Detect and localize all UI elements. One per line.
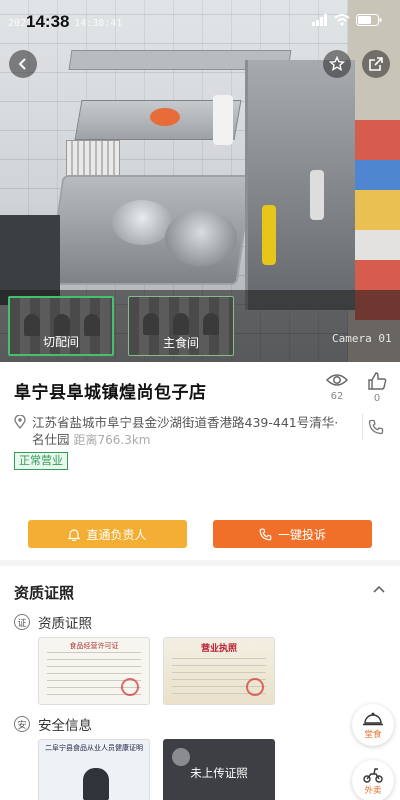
safety-group-header: 安 安全信息 <box>14 714 92 734</box>
phone-icon <box>368 419 383 435</box>
star-icon <box>329 56 345 72</box>
doc-header: 二阜宁县食品从业人员健康证明 <box>45 744 143 752</box>
dine-in-button[interactable]: 堂食 <box>352 704 394 746</box>
health-certificate-thumbnail[interactable]: 二阜宁县食品从业人员健康证明 <box>38 739 150 800</box>
scene-rack <box>245 60 355 310</box>
distance-text: 距离766.3km <box>73 433 151 447</box>
food-license-thumbnail[interactable]: 食品经营许可证 <box>38 637 150 705</box>
share-button[interactable] <box>362 50 390 78</box>
camera-view-thumb[interactable]: 主食间 <box>128 296 234 356</box>
takeout-label: 外卖 <box>364 785 382 796</box>
camera-view-list: 切配间 主食间 <box>8 296 234 356</box>
complain-label: 一键投诉 <box>277 527 326 542</box>
share-icon <box>369 57 383 71</box>
camera-view-label: 主食间 <box>162 336 199 350</box>
scene-bowl <box>150 108 180 126</box>
status-badge: 正常营业 <box>14 452 68 470</box>
battery-icon <box>356 14 382 26</box>
scene-bowl <box>112 200 172 245</box>
contact-manager-button[interactable]: 直通负责人 <box>28 520 187 548</box>
pending-certificate-thumbnail[interactable]: 未上传证照 <box>163 739 275 800</box>
section-title: 资质证照 <box>14 584 75 602</box>
status-time: 14:38 <box>26 12 70 31</box>
safety-group-label: 安全信息 <box>38 718 92 734</box>
status-icons <box>312 14 382 26</box>
camera-view-thumb[interactable]: 切配间 <box>8 296 114 356</box>
call-button[interactable] <box>362 414 388 440</box>
business-license-thumbnail[interactable]: 营业执照 <box>163 637 275 705</box>
views-stat: 62 <box>321 372 353 402</box>
scene-bowl <box>165 210 237 266</box>
shop-name: 阜宁县阜城镇煌尚包子店 <box>14 383 207 403</box>
contact-manager-label: 直通负责人 <box>86 527 147 542</box>
scooter-icon <box>363 767 383 783</box>
back-button[interactable] <box>9 50 37 78</box>
doc-header: 食品经营许可证 <box>69 642 119 650</box>
views-count: 62 <box>330 391 344 402</box>
takeout-button[interactable]: 外卖 <box>352 760 394 800</box>
cert-group-label: 资质证照 <box>38 616 92 632</box>
likes-count: 0 <box>373 393 381 404</box>
wifi-icon <box>334 14 350 26</box>
eye-icon <box>325 374 349 386</box>
location-pin-icon <box>14 415 26 429</box>
favorite-button[interactable] <box>323 50 351 78</box>
bell-icon <box>68 528 81 541</box>
camera-view-label: 切配间 <box>42 335 79 349</box>
phone-icon <box>259 528 272 540</box>
dine-in-label: 堂食 <box>364 729 382 740</box>
scene-bottle <box>310 170 324 220</box>
complain-button[interactable]: 一键投诉 <box>213 520 372 548</box>
cert-group-header: 证 资质证照 <box>14 612 92 632</box>
thumbs-up-icon <box>368 372 387 390</box>
doc-header: 营业执照 <box>200 644 237 654</box>
shop-info-card: 阜宁县阜城镇煌尚包子店 62 0 江苏省盐城市阜宁县金沙湖街道香港路439-44… <box>0 362 400 560</box>
scene-bottle <box>262 205 276 265</box>
scene-kettle <box>213 95 233 145</box>
signal-icon <box>312 14 327 26</box>
camera-id-label: Camera 01 <box>332 332 392 345</box>
chevron-up-icon[interactable] <box>372 584 386 594</box>
cert-badge: 证 <box>14 614 30 630</box>
safety-badge: 安 <box>14 716 30 732</box>
pending-label: 未上传证照 <box>190 766 248 780</box>
chevron-left-icon <box>18 58 26 70</box>
shop-address: 江苏省盐城市阜宁县金沙湖街道香港路439-441号清华·名仕园 距离766.3k… <box>14 414 349 449</box>
like-button[interactable]: 0 <box>361 372 393 404</box>
qualifications-section: 资质证照 证 资质证照 食品经营许可证 营业执照 安 安全信息 二阜宁县食品从业… <box>0 566 400 800</box>
status-bar: 2021-11-22 14:38:41 14:38 <box>0 0 400 40</box>
cloche-icon <box>363 712 383 725</box>
user-icon <box>172 748 190 766</box>
